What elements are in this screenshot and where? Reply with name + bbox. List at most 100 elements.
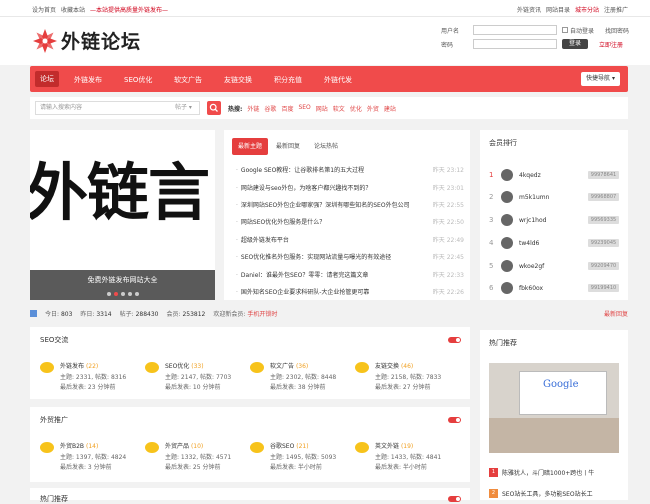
forgot-password-link[interactable]: 找回密码 bbox=[605, 26, 629, 35]
ranking-row[interactable]: 5 wkoe2gf 99209470 bbox=[489, 259, 619, 273]
topic-title[interactable]: 网站建设与seo外包，为啥客户都兴趣找不到的？ bbox=[236, 183, 372, 192]
topic-title[interactable]: 深圳网站SEO外包企业哪家强？深圳有哪些知名的SEO外包公司 bbox=[236, 200, 410, 209]
forum-last-post: 最后发表: 半小时前 bbox=[270, 464, 322, 471]
forum-item[interactable]: 软文广告 (36) 主题: 2302, 帖数: 8448 最后发表: 38 分钟前 bbox=[250, 360, 350, 394]
topic-item: Google SEO教程：让谷歌排名第1的五大过程 昨天 23:12 bbox=[236, 161, 464, 178]
section-title: 外贸推广 bbox=[40, 416, 68, 424]
topic-title[interactable]: 国外知名SEO企业要求科研队-大企业抢管更可靠 bbox=[236, 287, 370, 296]
top-link-promote[interactable]: 注册推广 bbox=[604, 5, 628, 14]
topic-item: Daniel：谁最外包SEO？零零：请者完这篇文章 昨天 22:33 bbox=[236, 265, 464, 282]
newest-member-link[interactable]: 手机开锁时 bbox=[247, 311, 277, 318]
username-input[interactable] bbox=[473, 25, 557, 35]
hot-keyword[interactable]: 优化 bbox=[350, 104, 362, 113]
member-score: 99569335 bbox=[588, 216, 619, 224]
slider-dot[interactable] bbox=[135, 292, 139, 296]
section-toggle[interactable] bbox=[448, 496, 461, 502]
top-link-news[interactable]: 外链资讯 bbox=[517, 5, 541, 14]
hot-keyword[interactable]: 外贸 bbox=[367, 104, 379, 113]
hot-keyword[interactable]: 外链 bbox=[247, 104, 259, 113]
ranking-row[interactable]: 3 wrjc1hod 99569335 bbox=[489, 213, 619, 227]
favorite-link[interactable]: 收藏本站 bbox=[61, 5, 85, 14]
section-toggle[interactable] bbox=[448, 337, 461, 343]
slider-dot[interactable] bbox=[107, 292, 111, 296]
ranking-row[interactable]: 2 m5k1umn 99968807 bbox=[489, 190, 619, 204]
topic-title[interactable]: SEO优化推名外包服务：实现网站流量与曝光的有效途径 bbox=[236, 252, 391, 261]
forum-name[interactable]: 外贸B2B bbox=[60, 443, 84, 450]
search-type-select[interactable]: 帖子 ▾ bbox=[175, 101, 192, 115]
forum-section-hot: 热门推荐 bbox=[30, 488, 470, 503]
topic-title[interactable]: Google SEO教程：让谷歌排名第1的五大过程 bbox=[236, 165, 364, 174]
hot-keyword[interactable]: 谷歌 bbox=[264, 104, 276, 113]
member-name[interactable]: 4kqedz bbox=[519, 172, 588, 179]
member-name[interactable]: m5k1umn bbox=[519, 194, 588, 201]
forum-item[interactable]: 英文外链 (19) 主题: 1433, 帖数: 4841 最后发表: 半小时前 bbox=[355, 440, 455, 474]
hot-recommend-image[interactable]: Google bbox=[489, 363, 619, 453]
forum-name[interactable]: 谷歌SEO bbox=[270, 443, 294, 450]
hot-keyword[interactable]: SEO bbox=[298, 104, 310, 113]
top-link-directory[interactable]: 网站目录 bbox=[546, 5, 570, 14]
ranking-row[interactable]: 1 4kqedz 99978641 bbox=[489, 168, 619, 182]
forum-item[interactable]: 外链发布 (22) 主题: 2331, 帖数: 8316 最后发表: 23 分钟前 bbox=[40, 360, 140, 394]
nav-item-seo[interactable]: SEO优化 bbox=[124, 75, 152, 85]
quick-nav-button[interactable]: 快捷导航 ▾ bbox=[581, 72, 620, 86]
section-toggle[interactable] bbox=[448, 417, 461, 423]
nav-item-forum[interactable]: 论坛 bbox=[35, 71, 59, 87]
forum-name[interactable]: SEO优化 bbox=[165, 363, 189, 370]
topic-date: 昨天 23:12 bbox=[432, 167, 464, 175]
password-label: 密码 bbox=[441, 41, 454, 49]
hot-keyword[interactable]: 软文 bbox=[333, 104, 345, 113]
forum-name[interactable]: 软文广告 bbox=[270, 363, 294, 370]
search-button[interactable] bbox=[207, 101, 221, 115]
logo[interactable]: 外链论坛 bbox=[32, 27, 141, 54]
image-slider[interactable]: 外链言 免费外链发布网站大全 bbox=[30, 130, 215, 300]
register-link[interactable]: 立即注册 bbox=[599, 40, 623, 49]
tab-latest-topics[interactable]: 最新主题 bbox=[232, 138, 269, 155]
nav-item-link-exchange[interactable]: 友链交换 bbox=[224, 75, 252, 85]
top-link-city[interactable]: 城市分站 bbox=[575, 5, 599, 14]
newest-replies-link[interactable]: 最新回复 bbox=[604, 309, 628, 318]
forum-item[interactable]: 外贸B2B (14) 主题: 1397, 帖数: 4824 最后发表: 3 分钟前 bbox=[40, 440, 140, 474]
login-button[interactable]: 登录 bbox=[562, 39, 588, 49]
slider-dot[interactable] bbox=[114, 292, 118, 296]
topic-date: 昨天 23:01 bbox=[432, 184, 464, 192]
set-home-link[interactable]: 设为首页 bbox=[32, 5, 56, 14]
forum-name[interactable]: 英文外链 bbox=[375, 443, 399, 450]
forum-name[interactable]: 外链发布 bbox=[60, 363, 84, 370]
forum-item[interactable]: 外贸产品 (10) 主题: 1332, 帖数: 4571 最后发表: 25 分钟前 bbox=[145, 440, 245, 474]
member-name[interactable]: wkoe2gf bbox=[519, 263, 588, 270]
forum-bubble-icon bbox=[145, 442, 159, 453]
slider-dot[interactable] bbox=[121, 292, 125, 296]
hot-keyword[interactable]: 网站 bbox=[316, 104, 328, 113]
topic-item: 网站SEO优化外包服务是什么？ 昨天 22:50 bbox=[236, 213, 464, 230]
forum-name[interactable]: 外贸产品 bbox=[165, 443, 189, 450]
topic-title[interactable]: 网站SEO优化外包服务是什么？ bbox=[236, 217, 325, 226]
nav-item-recharge[interactable]: 积分充值 bbox=[274, 75, 302, 85]
nav-item-link-service[interactable]: 外链代发 bbox=[324, 75, 352, 85]
tab-latest-replies[interactable]: 最新回复 bbox=[270, 138, 307, 155]
ranking-row[interactable]: 4 tw4ld6 99239045 bbox=[489, 236, 619, 250]
slider-dot[interactable] bbox=[128, 292, 132, 296]
forum-name[interactable]: 友链交换 bbox=[375, 363, 399, 370]
member-name[interactable]: wrjc1hod bbox=[519, 217, 588, 224]
nav-item-link-publish[interactable]: 外链发布 bbox=[74, 75, 102, 85]
topic-item: SEO优化推名外包服务：实现网站流量与曝光的有效途径 昨天 22:45 bbox=[236, 248, 464, 265]
topic-title[interactable]: Daniel：谁最外包SEO？零零：请者完这篇文章 bbox=[236, 270, 368, 279]
ranking-row[interactable]: 6 fbk60ox 99199410 bbox=[489, 281, 619, 295]
hot-recommend-item[interactable]: 2 SEO站长工具，多功能SEO站长工 bbox=[489, 489, 619, 498]
stat-members: 253812 bbox=[182, 311, 206, 318]
member-name[interactable]: tw4ld6 bbox=[519, 240, 588, 247]
forum-item[interactable]: 友链交换 (46) 主题: 2158, 帖数: 7833 最后发表: 27 分钟前 bbox=[355, 360, 455, 394]
hot-recommend-item[interactable]: 1 陈雅犹人，斗门暗1000+跨也丨牛 bbox=[489, 468, 619, 477]
tab-hot-posts[interactable]: 论坛热帖 bbox=[308, 138, 345, 155]
forum-item[interactable]: 谷歌SEO (21) 主题: 1495, 帖数: 5093 最后发表: 半小时前 bbox=[250, 440, 350, 474]
password-input[interactable] bbox=[473, 39, 557, 49]
member-name[interactable]: fbk60ox bbox=[519, 285, 588, 292]
auto-login-checkbox[interactable] bbox=[562, 27, 568, 33]
forum-item[interactable]: SEO优化 (33) 主题: 2147, 帖数: 7703 最后发表: 10 分钟前 bbox=[145, 360, 245, 394]
stat-yesterday: 3314 bbox=[96, 311, 112, 318]
topic-title[interactable]: 超级外链发布平台 bbox=[236, 235, 289, 244]
hot-keyword[interactable]: 建站 bbox=[384, 104, 396, 113]
forum-bubble-icon bbox=[250, 442, 264, 453]
nav-item-article-ads[interactable]: 软文广告 bbox=[174, 75, 202, 85]
hot-keyword[interactable]: 百度 bbox=[281, 104, 293, 113]
